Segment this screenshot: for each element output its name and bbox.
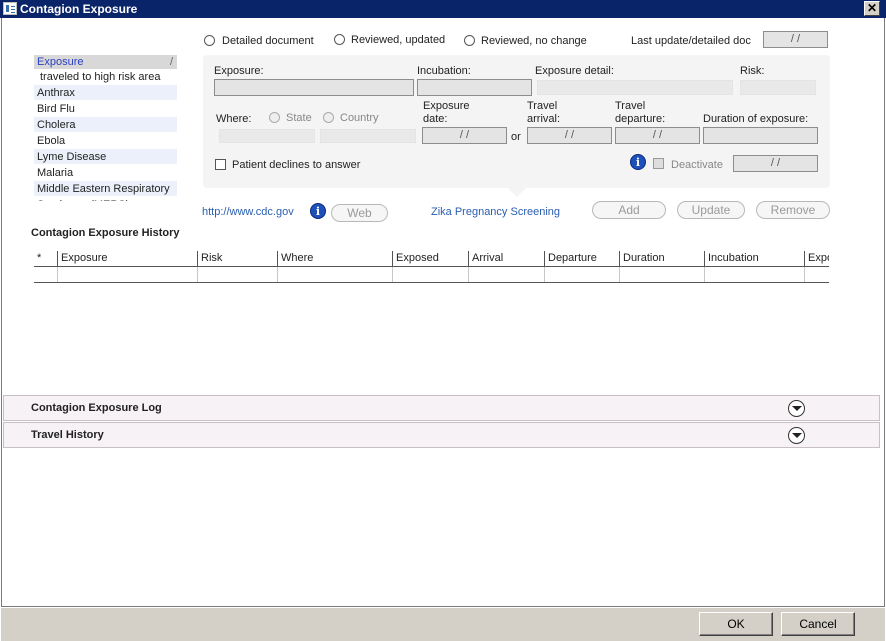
exposure-list-item[interactable]: Ebola [34, 133, 177, 149]
update-button[interactable]: Update [677, 201, 745, 219]
risk-field[interactable] [740, 80, 816, 95]
where-country-field[interactable] [320, 129, 416, 143]
column-header-incubation[interactable]: Incubation [705, 251, 805, 267]
detailed-document-label: Detailed document [222, 35, 314, 47]
country-radio[interactable] [323, 112, 334, 123]
panel-pointer [508, 188, 526, 197]
deactivate-checkbox[interactable] [653, 158, 664, 169]
sort-indicator: / [169, 56, 173, 68]
exposure-detail-label: Exposure detail: [535, 65, 614, 77]
chevron-down-icon[interactable] [788, 427, 805, 444]
exposure-list-item[interactable]: traveled to high risk area [34, 69, 177, 85]
column-header-where[interactable]: Where [278, 251, 393, 267]
empty-cell [278, 267, 393, 282]
info-icon[interactable]: i [630, 154, 646, 170]
travel-history-section[interactable]: Travel History [3, 422, 880, 448]
column-header-duration[interactable]: Duration [620, 251, 705, 267]
last-update-label: Last update/detailed doc [631, 35, 751, 47]
where-label: Where: [216, 113, 252, 125]
column-header-exposure[interactable]: Exposure [58, 251, 198, 267]
or-label: or [511, 131, 521, 143]
deactivate-date-field[interactable]: / / [733, 155, 818, 172]
column-header-arrival[interactable]: Arrival [469, 251, 545, 267]
column-header-exposure-detail[interactable]: Expo [805, 251, 829, 267]
exposure-list-item[interactable]: Middle Eastern Respiratory Syndrome (MER… [34, 181, 177, 201]
exposure-list-item[interactable]: Lyme Disease [34, 149, 177, 165]
incubation-field[interactable] [417, 79, 532, 96]
column-header-star[interactable]: * [34, 251, 58, 267]
empty-cell [58, 267, 198, 282]
history-table[interactable]: * Exposure Risk Where Exposed Arrival De… [34, 251, 829, 283]
state-radio[interactable] [269, 112, 280, 123]
window-icon [3, 2, 17, 15]
empty-cell [705, 267, 805, 282]
reviewed-no-change-radio[interactable] [464, 35, 475, 46]
travel-history-title: Travel History [31, 429, 104, 441]
last-update-field[interactable]: / / [763, 31, 828, 48]
cdc-link[interactable]: http://www.cdc.gov [202, 206, 294, 218]
exposure-detail-field[interactable] [537, 80, 733, 95]
add-button[interactable]: Add [592, 201, 666, 219]
reviewed-no-change-label: Reviewed, no change [481, 35, 587, 47]
exposure-log-title: Contagion Exposure Log [31, 402, 162, 414]
reviewed-updated-radio[interactable] [334, 34, 345, 45]
patient-declines-checkbox[interactable] [215, 159, 226, 170]
deactivate-label: Deactivate [671, 159, 723, 171]
risk-label: Risk: [740, 65, 765, 77]
travel-departure-label-2: departure: [615, 113, 666, 125]
exposure-log-section[interactable]: Contagion Exposure Log [3, 395, 880, 421]
close-button[interactable]: ✕ [864, 1, 880, 16]
ok-button[interactable]: OK [699, 612, 773, 636]
incubation-label: Incubation: [417, 65, 471, 77]
duration-label: Duration of exposure: [703, 113, 809, 125]
travel-departure-field[interactable]: / / [615, 127, 700, 144]
zika-screening-link[interactable]: Zika Pregnancy Screening [431, 206, 560, 218]
exposure-list-item[interactable]: Malaria [34, 165, 177, 181]
country-label: Country [340, 112, 379, 124]
remove-button[interactable]: Remove [756, 201, 830, 219]
duration-field[interactable] [703, 127, 818, 144]
cdc-info-icon[interactable]: i [310, 203, 326, 219]
exposure-date-label-2: date: [423, 113, 448, 125]
exposure-list-item[interactable]: Anthrax [34, 85, 177, 101]
column-header-departure[interactable]: Departure [545, 251, 620, 267]
travel-arrival-label-2: arrival: [527, 113, 561, 125]
empty-cell [620, 267, 705, 282]
empty-cell [469, 267, 545, 282]
state-label: State [286, 112, 312, 124]
history-title: Contagion Exposure History [31, 227, 180, 239]
column-header-exposed[interactable]: Exposed [393, 251, 469, 267]
exposure-date-label: Exposure [423, 100, 470, 112]
exposure-list-header[interactable]: Exposure / [34, 55, 177, 69]
web-button[interactable]: Web [331, 204, 388, 222]
exposure-list-header-label: Exposure [37, 56, 84, 68]
cancel-button[interactable]: Cancel [781, 612, 855, 636]
where-state-field[interactable] [219, 129, 315, 143]
exposure-field[interactable] [214, 79, 414, 96]
detailed-document-radio[interactable] [204, 35, 215, 46]
empty-cell [545, 267, 620, 282]
empty-cell [393, 267, 469, 282]
travel-arrival-field[interactable]: / / [527, 127, 612, 144]
exposure-list-item[interactable]: Cholera [34, 117, 177, 133]
reviewed-updated-label: Reviewed, updated [351, 34, 446, 46]
exposure-date-field[interactable]: / / [422, 127, 507, 144]
empty-cell [198, 267, 278, 282]
column-header-risk[interactable]: Risk [198, 251, 278, 267]
exposure-list-item[interactable]: Bird Flu [34, 101, 177, 117]
exposure-list[interactable]: Exposure / traveled to high risk area An… [34, 55, 177, 201]
patient-declines-label: Patient declines to answer [232, 159, 361, 171]
chevron-down-icon[interactable] [788, 400, 805, 417]
window-title: Contagion Exposure [20, 2, 138, 16]
travel-arrival-label: Travel [527, 100, 558, 112]
exposure-label: Exposure: [214, 65, 264, 77]
travel-departure-label: Travel [615, 100, 646, 112]
empty-cell [34, 267, 58, 282]
